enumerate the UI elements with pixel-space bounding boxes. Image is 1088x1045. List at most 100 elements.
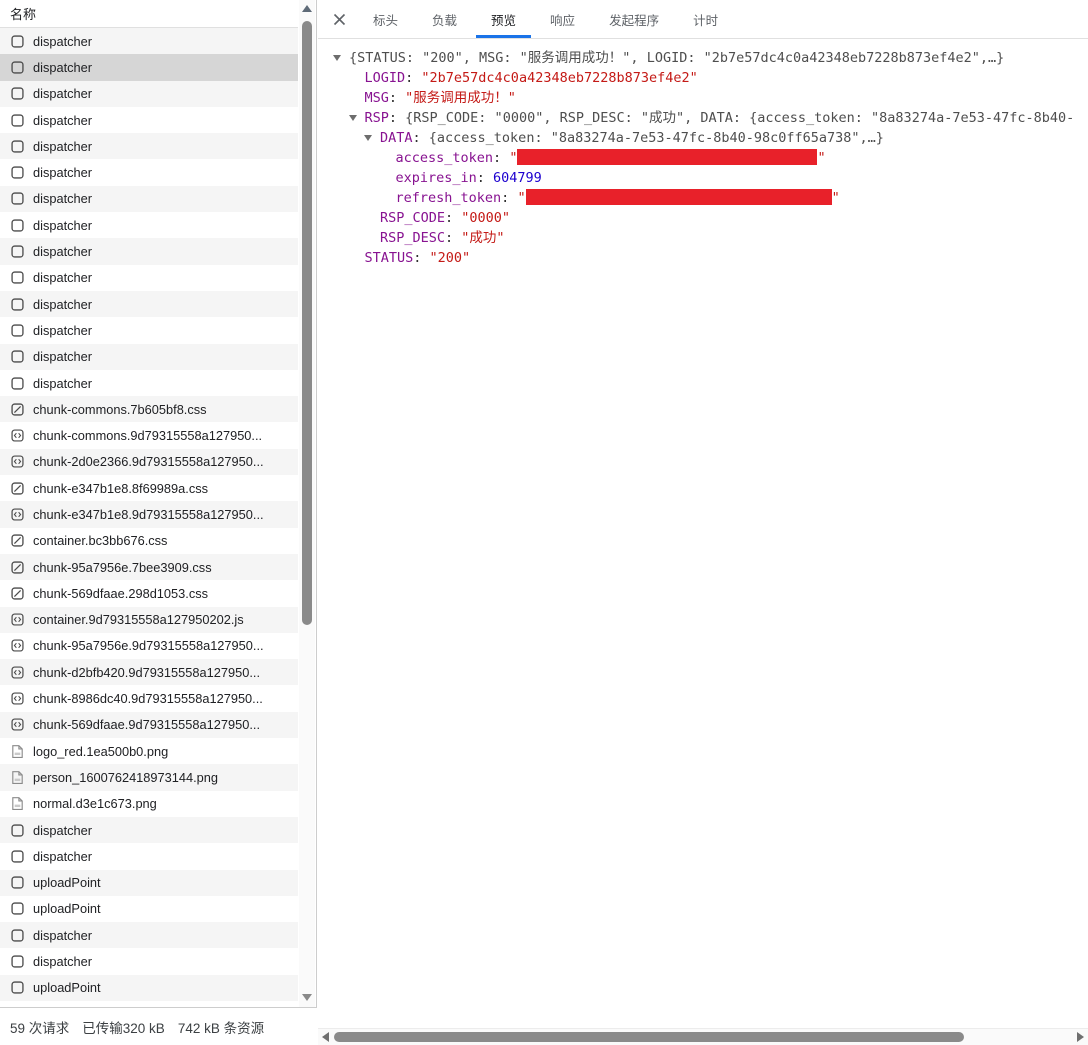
- document-icon: [9, 954, 25, 970]
- request-row[interactable]: dispatcher: [0, 54, 298, 80]
- scroll-right-arrow-icon[interactable]: [1077, 1032, 1084, 1042]
- request-row[interactable]: chunk-569dfaae.9d79315558a127950...: [0, 712, 298, 738]
- request-row[interactable]: dispatcher: [0, 107, 298, 133]
- tab-response[interactable]: 响应: [535, 0, 590, 38]
- scroll-up-arrow-icon[interactable]: [302, 5, 312, 12]
- document-icon: [9, 138, 25, 154]
- tab-headers[interactable]: 标头: [358, 0, 413, 38]
- request-row[interactable]: dispatcher: [0, 344, 298, 370]
- json-token-key: RSP_CODE: [380, 210, 445, 226]
- request-row[interactable]: dispatcher: [0, 212, 298, 238]
- document-icon: [9, 875, 25, 891]
- vertical-scrollbar-thumb[interactable]: [302, 21, 312, 625]
- json-tree-line: STATUS: "200": [318, 248, 1088, 268]
- tab-initiator[interactable]: 发起程序: [594, 0, 674, 38]
- request-row[interactable]: chunk-commons.7b605bf8.css: [0, 396, 298, 422]
- request-row[interactable]: chunk-e347b1e8.9d79315558a127950...: [0, 501, 298, 527]
- request-row[interactable]: dispatcher: [0, 370, 298, 396]
- request-row[interactable]: chunk-commons.9d79315558a127950...: [0, 422, 298, 448]
- request-name: chunk-8986dc40.9d79315558a127950...: [33, 691, 263, 706]
- horizontal-scrollbar[interactable]: [318, 1028, 1088, 1045]
- request-name: chunk-2d0e2366.9d79315558a127950...: [33, 454, 264, 469]
- json-token-plain: :: [413, 250, 429, 266]
- request-row[interactable]: chunk-95a7956e.7bee3909.css: [0, 554, 298, 580]
- scroll-left-arrow-icon[interactable]: [322, 1032, 329, 1042]
- request-row[interactable]: dispatcher: [0, 265, 298, 291]
- request-row[interactable]: uploadPoint: [0, 975, 298, 1001]
- request-row[interactable]: uploadPoint: [0, 896, 298, 922]
- request-row[interactable]: dispatcher: [0, 81, 298, 107]
- expand-arrow-icon[interactable]: [364, 135, 372, 141]
- scroll-down-arrow-icon[interactable]: [302, 994, 312, 1001]
- json-preview-tree: {STATUS: "200", MSG: "服务调用成功！", LOGID: "…: [318, 40, 1088, 1028]
- request-row[interactable]: chunk-569dfaae.298d1053.css: [0, 580, 298, 606]
- document-icon: [9, 980, 25, 996]
- devtools-network-screen: 名称 dispatcherdispatcherdispatcherdispatc…: [0, 0, 1088, 1045]
- request-row[interactable]: dispatcher: [0, 948, 298, 974]
- document-icon: [9, 848, 25, 864]
- json-token-key: STATUS: [365, 250, 414, 266]
- request-row[interactable]: chunk-95a7956e.9d79315558a127950...: [0, 633, 298, 659]
- request-name: uploadPoint: [33, 875, 101, 890]
- json-tree-line: refresh_token: "": [318, 188, 1088, 208]
- request-row[interactable]: dispatcher: [0, 817, 298, 843]
- document-icon: [9, 322, 25, 338]
- json-token-plain: :: [445, 230, 461, 246]
- request-row[interactable]: dispatcher: [0, 28, 298, 54]
- request-row[interactable]: chunk-e347b1e8.8f69989a.css: [0, 475, 298, 501]
- request-row[interactable]: dispatcher: [0, 317, 298, 343]
- request-row[interactable]: logo_red.1ea500b0.png: [0, 738, 298, 764]
- requests-count: 59 次请求: [10, 1017, 69, 1037]
- tab-preview[interactable]: 预览: [476, 0, 531, 38]
- json-token-key: LOGID: [365, 70, 406, 86]
- json-token-key: DATA: [380, 130, 413, 146]
- json-token-str: ": [817, 150, 825, 166]
- request-name: chunk-commons.9d79315558a127950...: [33, 428, 262, 443]
- request-row[interactable]: dispatcher: [0, 133, 298, 159]
- script-icon: [9, 428, 25, 444]
- request-row[interactable]: person_1600762418973144.png: [0, 764, 298, 790]
- tab-payload[interactable]: 负载: [417, 0, 472, 38]
- close-button[interactable]: [331, 11, 348, 28]
- request-row[interactable]: normal.d3e1c673.png: [0, 791, 298, 817]
- json-token-num: 604799: [493, 170, 542, 186]
- request-name: chunk-569dfaae.9d79315558a127950...: [33, 717, 260, 732]
- request-name: container.9d79315558a127950202.js: [33, 612, 244, 627]
- request-row[interactable]: dispatcher: [0, 159, 298, 185]
- expand-arrow-icon[interactable]: [333, 55, 341, 61]
- request-name: dispatcher: [33, 113, 92, 128]
- json-token-str: "成功": [461, 230, 504, 246]
- document-icon: [9, 59, 25, 75]
- document-icon: [9, 33, 25, 49]
- request-row[interactable]: chunk-2d0e2366.9d79315558a127950...: [0, 449, 298, 475]
- request-row[interactable]: dispatcher: [0, 843, 298, 869]
- horizontal-scrollbar-thumb[interactable]: [334, 1032, 964, 1042]
- name-column-header[interactable]: 名称: [0, 0, 298, 28]
- json-token-key: RSP: [365, 110, 389, 126]
- tab-timing[interactable]: 计时: [678, 0, 733, 38]
- request-name: uploadPoint: [33, 901, 101, 916]
- script-icon: [9, 638, 25, 654]
- json-tree-line: {STATUS: "200", MSG: "服务调用成功！", LOGID: "…: [318, 48, 1088, 68]
- json-tree-line: expires_in: 604799: [318, 168, 1088, 188]
- request-row[interactable]: chunk-d2bfb420.9d79315558a127950...: [0, 659, 298, 685]
- vertical-scrollbar[interactable]: [299, 0, 315, 1007]
- name-column-label: 名称: [10, 4, 36, 23]
- expand-arrow-icon[interactable]: [349, 115, 357, 121]
- request-row[interactable]: uploadPoint: [0, 870, 298, 896]
- close-icon: [331, 11, 348, 28]
- request-row[interactable]: dispatcher: [0, 186, 298, 212]
- image-icon: [9, 796, 25, 812]
- request-row[interactable]: container.bc3bb676.css: [0, 528, 298, 554]
- json-tree-line: LOGID: "2b7e57dc4c0a42348eb7228b873ef4e2…: [318, 68, 1088, 88]
- request-row[interactable]: container.9d79315558a127950202.js: [0, 607, 298, 633]
- script-icon: [9, 506, 25, 522]
- request-row[interactable]: chunk-8986dc40.9d79315558a127950...: [0, 685, 298, 711]
- request-detail-panel: 标头负载预览响应发起程序计时 {STATUS: "200", MSG: "服务调…: [318, 0, 1088, 1045]
- request-name: dispatcher: [33, 376, 92, 391]
- request-row[interactable]: dispatcher: [0, 291, 298, 317]
- request-row[interactable]: dispatcher: [0, 238, 298, 264]
- request-row[interactable]: dispatcher: [0, 922, 298, 948]
- request-name: chunk-e347b1e8.9d79315558a127950...: [33, 507, 264, 522]
- request-name: chunk-569dfaae.298d1053.css: [33, 586, 208, 601]
